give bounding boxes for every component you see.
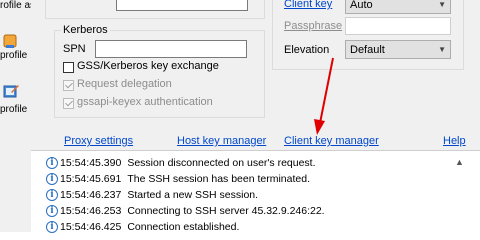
log-entry: i 15:54:46.237 Started a new SSH session… — [46, 187, 258, 203]
log-message: Connecting to SSH server 45.32.9.246:22. — [127, 205, 325, 217]
chevron-down-icon: ▼ — [438, 0, 446, 9]
chevron-down-icon: ▼ — [438, 45, 446, 54]
kerberos-title: Kerberos — [61, 24, 110, 36]
elevation-dropdown[interactable]: Default ▼ — [345, 40, 451, 59]
info-icon: i — [46, 221, 58, 233]
info-icon: i — [46, 205, 58, 217]
info-icon: i — [46, 157, 58, 169]
gssapi-keyex-checkbox[interactable] — [63, 98, 74, 109]
client-key-link[interactable]: Client key — [284, 0, 332, 10]
help-link[interactable]: Help — [443, 135, 466, 147]
sidebar-item-label[interactable]: profile — [0, 50, 27, 61]
log-entry: i 15:54:45.691 The SSH session has been … — [46, 171, 310, 187]
gss-kerberos-checkbox[interactable] — [63, 62, 74, 73]
client-key-dropdown[interactable]: Auto ▼ — [345, 0, 451, 14]
sidebar-item-label[interactable]: rofile as — [0, 0, 35, 11]
log-entry: i 15:54:45.390 Session disconnected on u… — [46, 155, 316, 171]
passphrase-label: Passphrase — [284, 20, 343, 32]
left-sidebar: rofile as profile profile — [0, 0, 35, 232]
passphrase-field[interactable] — [345, 17, 451, 35]
log-entry: i 15:54:46.253 Connecting to SSH server … — [46, 203, 325, 219]
scroll-up-icon[interactable]: ▲ — [455, 157, 464, 167]
proxy-settings-link[interactable]: Proxy settings — [64, 135, 133, 147]
log-time: 15:54:46.237 — [60, 189, 122, 201]
log-time: 15:54:46.253 — [60, 205, 122, 217]
log-time: 15:54:45.691 — [60, 173, 122, 185]
elevation-value: Default — [350, 43, 385, 56]
info-icon: i — [46, 189, 58, 201]
gss-kerberos-label: GSS/Kerberos key exchange — [77, 60, 219, 72]
annotation-arrow — [314, 57, 334, 135]
log-message: Started a new SSH session. — [127, 189, 259, 201]
gssapi-keyex-label: gssapi-keyex authentication — [77, 96, 213, 108]
upper-text-field[interactable] — [116, 0, 248, 11]
log-time: 15:54:46.425 — [60, 221, 122, 233]
info-icon: i — [46, 173, 58, 185]
log-entry: i 15:54:46.425 Connection established. — [46, 219, 239, 235]
edit-profile-icon[interactable] — [2, 82, 19, 98]
log-time: 15:54:45.390 — [60, 157, 122, 169]
sidebar-item-label[interactable]: profile — [0, 104, 27, 115]
log-message: Session disconnected on user's request. — [127, 157, 316, 169]
request-delegation-checkbox[interactable] — [63, 80, 74, 91]
client-key-value: Auto — [350, 0, 373, 11]
host-key-manager-link[interactable]: Host key manager — [177, 135, 266, 147]
log-message: The SSH session has been terminated. — [127, 173, 310, 185]
spn-input[interactable] — [95, 40, 247, 58]
log-message: Connection established. — [127, 221, 240, 233]
profile-icon[interactable] — [2, 33, 18, 49]
request-delegation-label: Request delegation — [77, 78, 172, 90]
spn-label: SPN — [63, 43, 86, 55]
